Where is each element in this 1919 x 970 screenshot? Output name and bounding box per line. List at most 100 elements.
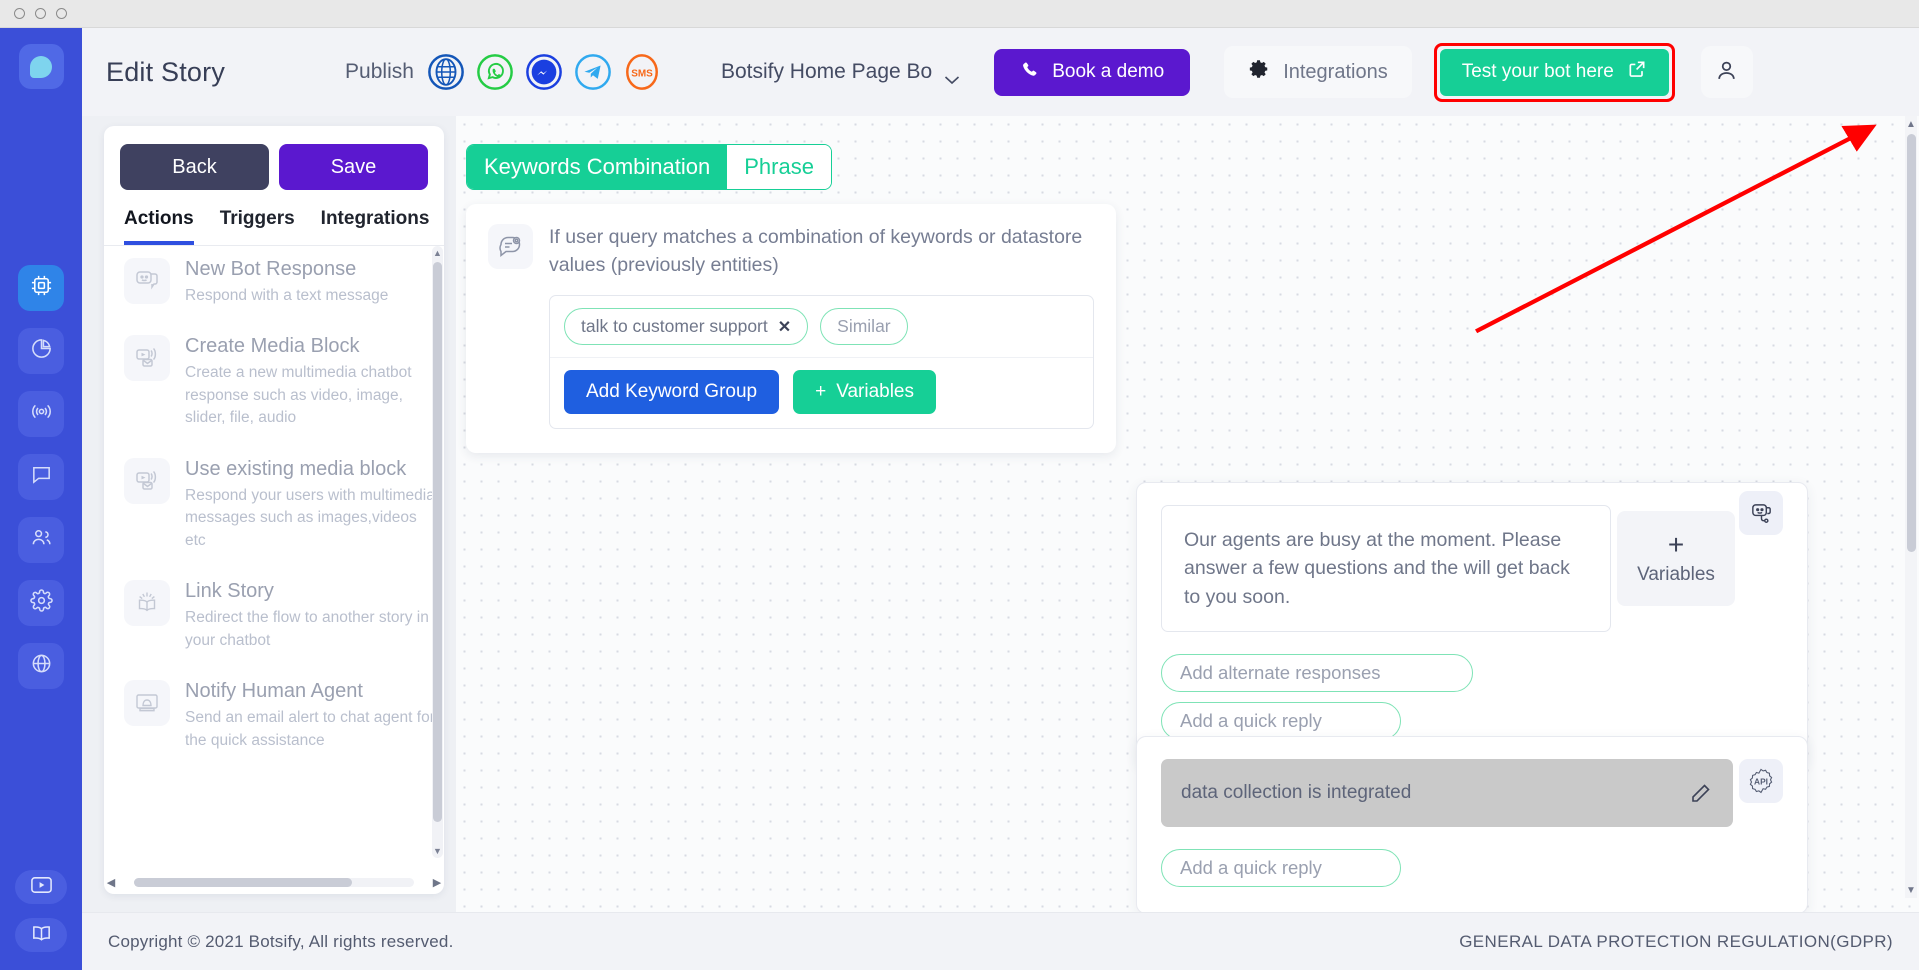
- keywords-variables-button[interactable]: + Variables: [793, 370, 936, 414]
- window-minimize-dot[interactable]: [35, 8, 46, 19]
- chevron-down-icon: [944, 67, 960, 77]
- workspace-body: Back Save Actions Triggers Integrations: [82, 116, 1919, 912]
- sidebar-item-docs[interactable]: [15, 918, 67, 952]
- keywords-card-body: If user query matches a combination of k…: [549, 224, 1094, 429]
- canvas-scroll-up-arrow[interactable]: ▲: [1905, 116, 1917, 132]
- sidebar-item-tutorials[interactable]: [15, 870, 67, 904]
- scroll-left-arrow[interactable]: ◀: [104, 876, 118, 889]
- similar-chip[interactable]: Similar: [820, 308, 907, 345]
- sidebar-item-analytics[interactable]: [18, 328, 64, 374]
- telegram-channel-icon[interactable]: [574, 53, 612, 91]
- window-maximize-dot[interactable]: [56, 8, 67, 19]
- canvas-scroll-down-arrow[interactable]: ▼: [1905, 882, 1917, 898]
- bot-response-node: Our agents are busy at the moment. Pleas…: [1136, 482, 1808, 767]
- phone-icon: [1020, 60, 1039, 85]
- keyword-match-icon: [488, 224, 533, 269]
- botsify-bubble-logo-icon: [30, 56, 52, 78]
- api-badge-icon[interactable]: API: [1739, 759, 1783, 803]
- user-account-button[interactable]: [1701, 46, 1753, 98]
- window-close-dot[interactable]: [14, 8, 25, 19]
- action-text-block: Notify Human Agent Send an email alert t…: [185, 680, 438, 752]
- panel-horizontal-scrollbar[interactable]: ◀ ▶: [104, 876, 444, 888]
- media-block-icon: [124, 458, 170, 504]
- test-bot-highlight-box: Test your bot here: [1434, 43, 1675, 102]
- scroll-down-arrow[interactable]: ▼: [432, 844, 443, 858]
- integrations-button[interactable]: Integrations: [1224, 46, 1412, 98]
- svg-text:SMS: SMS: [631, 68, 653, 79]
- scroll-up-arrow[interactable]: ▲: [432, 246, 443, 260]
- book-a-demo-button[interactable]: Book a demo: [994, 49, 1190, 96]
- action-item-notify-human-agent[interactable]: Notify Human Agent Send an email alert t…: [124, 680, 438, 752]
- tab-actions[interactable]: Actions: [124, 208, 194, 245]
- action-item-new-bot-response[interactable]: New Bot Response Respond with a text mes…: [124, 258, 438, 307]
- botsify-logo[interactable]: [19, 44, 64, 89]
- back-button[interactable]: Back: [120, 144, 269, 190]
- video-play-icon: [30, 875, 53, 900]
- api-node-label: data collection is integrated: [1181, 782, 1411, 804]
- test-your-bot-button[interactable]: Test your bot here: [1440, 49, 1669, 96]
- sidebar-item-broadcast[interactable]: [18, 391, 64, 437]
- test-bot-label: Test your bot here: [1462, 61, 1614, 83]
- bot-response-row: Our agents are busy at the moment. Pleas…: [1161, 505, 1783, 632]
- keyword-chip[interactable]: talk to customer support ✕: [564, 308, 808, 345]
- panel-scroll-thumb[interactable]: [433, 262, 442, 822]
- action-item-link-story[interactable]: Link Story Redirect the flow to another …: [124, 580, 438, 652]
- user-avatar-icon: [1714, 58, 1739, 86]
- sidebar-item-livechat[interactable]: [18, 454, 64, 500]
- scroll-right-arrow[interactable]: ▶: [430, 876, 444, 889]
- window-titlebar: [0, 0, 1919, 28]
- main-area: Edit Story Publish SMS: [82, 28, 1919, 970]
- messenger-channel-icon[interactable]: [525, 53, 563, 91]
- action-title: Create Media Block: [185, 335, 438, 358]
- bot-selector[interactable]: Botsify Home Page Bo: [721, 60, 960, 84]
- pencil-icon[interactable]: [1688, 781, 1713, 806]
- panel-button-row: Back Save: [104, 126, 444, 204]
- whatsapp-channel-icon[interactable]: [476, 53, 514, 91]
- canvas-scroll-thumb[interactable]: [1907, 134, 1916, 552]
- app-shell: Edit Story Publish SMS: [0, 28, 1919, 970]
- close-icon[interactable]: ✕: [778, 317, 791, 337]
- sidebar-item-bot[interactable]: [18, 265, 64, 311]
- panel-hscroll-thumb[interactable]: [134, 878, 352, 887]
- sidebar-item-users[interactable]: [18, 517, 64, 563]
- keyword-chips-row: talk to customer support ✕ Similar: [550, 296, 1093, 357]
- sidebar-item-website[interactable]: [18, 643, 64, 689]
- chat-bubble-icon: [30, 463, 53, 491]
- toggle-keywords-combination[interactable]: Keywords Combination: [467, 145, 727, 189]
- story-canvas[interactable]: Keywords Combination Phrase If user quer…: [456, 116, 1919, 912]
- bot-response-textarea[interactable]: Our agents are busy at the moment. Pleas…: [1161, 505, 1611, 632]
- sidebar-item-settings[interactable]: [18, 580, 64, 626]
- action-item-create-media-block[interactable]: Create Media Block Create a new multimed…: [124, 335, 438, 429]
- media-block-icon: [124, 335, 170, 381]
- keywords-group-box: talk to customer support ✕ Similar Add K…: [549, 295, 1094, 429]
- sms-channel-icon[interactable]: SMS: [623, 53, 661, 91]
- action-title: New Bot Response: [185, 258, 388, 281]
- api-node-field[interactable]: data collection is integrated: [1161, 759, 1733, 827]
- tab-triggers[interactable]: Triggers: [220, 208, 295, 245]
- panel-hscroll-track[interactable]: [134, 878, 414, 887]
- page-title: Edit Story: [106, 57, 225, 88]
- response-variables-button[interactable]: + Variables: [1617, 511, 1735, 606]
- toggle-phrase[interactable]: Phrase: [727, 145, 831, 189]
- action-list: New Bot Response Respond with a text mes…: [104, 246, 444, 876]
- panel-vertical-scrollbar[interactable]: ▲ ▼: [432, 246, 443, 858]
- response-pill-group: Add alternate responses Add a quick repl…: [1161, 654, 1783, 740]
- action-text-block: New Bot Response Respond with a text mes…: [185, 258, 388, 307]
- action-item-use-existing-media-block[interactable]: Use existing media block Respond your us…: [124, 458, 438, 552]
- canvas-vertical-scrollbar[interactable]: ▲ ▼: [1905, 116, 1917, 898]
- copyright-text: Copyright © 2021 Botsify, All rights res…: [108, 932, 454, 952]
- api-integration-node: data collection is integrated API: [1136, 736, 1808, 912]
- add-alternate-responses-input[interactable]: Add alternate responses: [1161, 654, 1473, 692]
- book-icon: [30, 923, 53, 948]
- api-add-quick-reply-input[interactable]: Add a quick reply: [1161, 849, 1401, 887]
- save-button[interactable]: Save: [279, 144, 428, 190]
- add-quick-reply-input[interactable]: Add a quick reply: [1161, 702, 1401, 740]
- action-description: Create a new multimedia chatbot response…: [185, 362, 438, 429]
- tab-integrations[interactable]: Integrations: [321, 208, 430, 245]
- keyword-chip-label: talk to customer support: [581, 316, 768, 337]
- web-channel-icon[interactable]: [427, 53, 465, 91]
- bot-response-icon[interactable]: [1739, 491, 1783, 535]
- notify-agent-icon: [124, 680, 170, 726]
- add-keyword-group-button[interactable]: Add Keyword Group: [564, 370, 779, 414]
- left-nav-rail: [0, 28, 82, 970]
